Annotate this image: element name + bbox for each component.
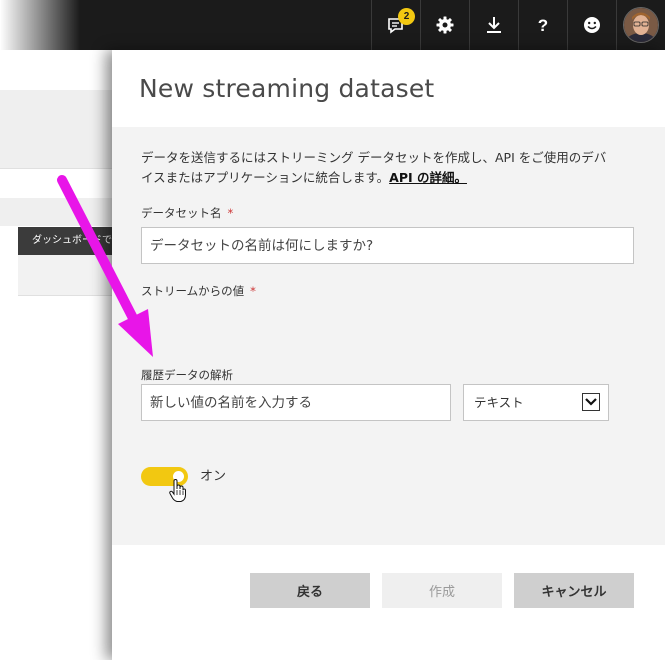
top-bar: 2 ? <box>0 0 665 50</box>
account-button[interactable] <box>616 0 665 50</box>
new-streaming-dataset-panel: New streaming dataset データを送信するにはストリーミング … <box>112 50 665 660</box>
notifications-button[interactable]: 2 <box>371 0 420 50</box>
stream-values-label: ストリームからの値 * <box>141 283 256 299</box>
download-icon <box>487 17 501 33</box>
gear-icon <box>436 16 454 34</box>
help-button[interactable]: ? <box>518 0 567 50</box>
hand-cursor-icon <box>169 479 186 502</box>
topbar-fade <box>0 0 80 50</box>
dataset-name-input[interactable] <box>141 227 634 264</box>
value-type-selected: テキスト <box>474 395 524 410</box>
download-button[interactable] <box>469 0 518 50</box>
avatar <box>623 7 659 43</box>
value-type-select[interactable]: テキスト <box>463 384 609 421</box>
background-table-row <box>18 255 112 296</box>
historic-analysis-label: 履歴データの解析 <box>141 368 233 382</box>
background-page: ダッシュボードで使用 <box>0 50 112 660</box>
background-section <box>0 198 112 226</box>
smiley-icon <box>584 17 600 33</box>
api-learn-more-link[interactable]: API の詳細。 <box>389 170 467 185</box>
settings-button[interactable] <box>420 0 469 50</box>
dataset-name-label: データセット名 * <box>141 205 233 221</box>
back-button[interactable]: 戻る <box>250 573 370 608</box>
svg-text:?: ? <box>538 16 548 35</box>
description-text: データを送信するにはストリーミング データセットを作成し、API をご使用のデバ… <box>141 150 607 185</box>
background-section <box>0 90 112 168</box>
background-table-header: ダッシュボードで使用 <box>18 227 112 255</box>
help-icon: ? <box>538 16 548 35</box>
historic-analysis-state: オン <box>200 469 227 484</box>
required-marker: * <box>250 284 256 298</box>
required-marker: * <box>227 206 234 220</box>
dataset-name-label-text: データセット名 <box>141 206 222 220</box>
create-button[interactable]: 作成 <box>382 573 502 608</box>
panel-body: データを送信するにはストリーミング データセットを作成し、API をご使用のデバ… <box>112 127 665 545</box>
background-row <box>0 168 112 200</box>
panel-title: New streaming dataset <box>139 74 435 103</box>
stream-values-label-text: ストリームからの値 <box>141 284 245 298</box>
feedback-button[interactable] <box>567 0 616 50</box>
cancel-button[interactable]: キャンセル <box>514 573 634 608</box>
panel-description: データを送信するにはストリーミング データセットを作成し、API をご使用のデバ… <box>141 148 611 188</box>
value-name-input[interactable] <box>141 384 451 421</box>
top-icons: 2 ? <box>371 0 665 50</box>
chevron-down-icon <box>582 393 600 411</box>
notification-badge: 2 <box>398 8 415 25</box>
